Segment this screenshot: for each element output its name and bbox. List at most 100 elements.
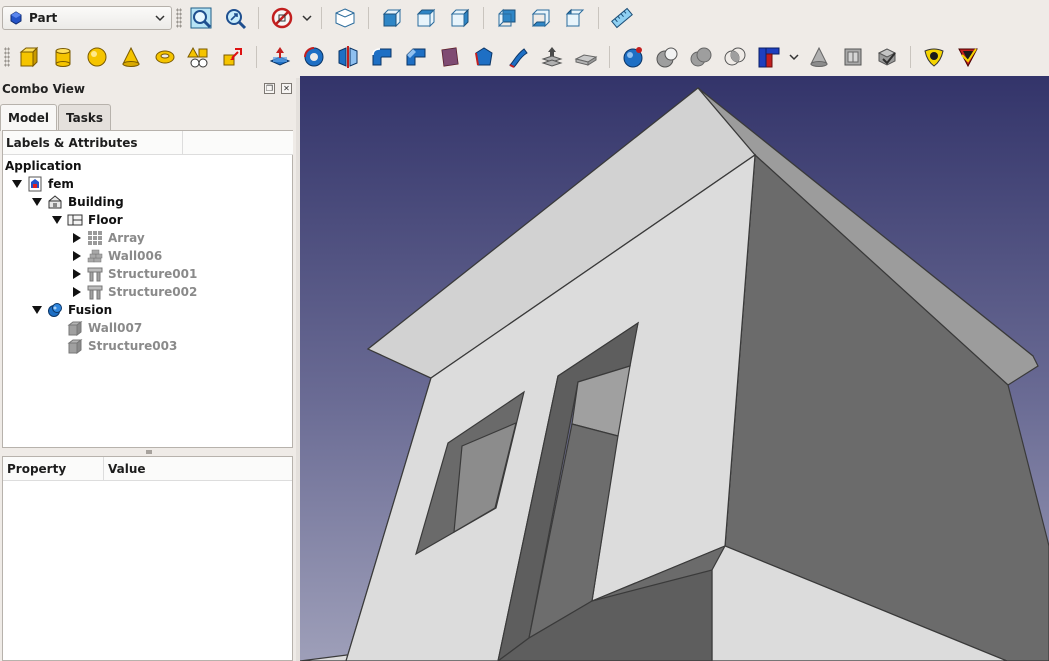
top-view-button[interactable] — [411, 3, 441, 33]
tree-item-fem[interactable]: fem — [11, 175, 74, 193]
separator — [910, 46, 911, 68]
fuse-button[interactable] — [686, 42, 716, 72]
collapse-arrow-icon[interactable] — [71, 232, 83, 244]
ruled-surface-icon — [475, 47, 493, 66]
tree-item-label: Building — [68, 195, 124, 209]
join-dropdown[interactable] — [787, 42, 801, 72]
workbench-label: Part — [29, 11, 58, 25]
rear-view-icon — [498, 8, 516, 28]
make-face-icon — [441, 47, 459, 67]
ruled-surface-button[interactable] — [469, 42, 499, 72]
property-header: Property Value — [3, 457, 292, 481]
expand-arrow-icon[interactable] — [11, 178, 23, 190]
boolean-button[interactable] — [618, 42, 648, 72]
join-dropdown-icon — [789, 54, 799, 61]
section-button[interactable] — [571, 42, 601, 72]
fuse-icon — [690, 47, 712, 67]
toolbar-view: Part — [0, 0, 1049, 36]
tree-item-structure003[interactable]: Structure003 — [67, 337, 177, 355]
bottom-view-button[interactable] — [526, 3, 556, 33]
model-tree[interactable]: Labels & Attributes Application fem Buil… — [2, 130, 293, 448]
value-column-header[interactable]: Value — [104, 457, 292, 481]
tree-item-floor[interactable]: Floor — [51, 211, 123, 229]
tree-item-array[interactable]: Array — [71, 229, 145, 247]
toolbar-grip[interactable] — [176, 8, 182, 28]
check-geometry-icon — [877, 48, 897, 66]
cut-button[interactable] — [652, 42, 682, 72]
property-column-header[interactable]: Property — [3, 457, 104, 481]
loft-button[interactable] — [503, 42, 533, 72]
tree-item-structure002[interactable]: Structure002 — [71, 283, 197, 301]
toolbar-grip[interactable] — [4, 47, 10, 67]
shape-builder-button[interactable] — [218, 42, 248, 72]
floor-icon — [67, 214, 83, 226]
check-geometry-button[interactable] — [872, 42, 902, 72]
draw-style-dropdown[interactable] — [300, 3, 314, 33]
primitives-icon — [187, 46, 208, 68]
cut-icon — [656, 47, 678, 68]
fit-all-button[interactable] — [186, 3, 216, 33]
expand-arrow-icon[interactable] — [31, 304, 43, 316]
float-panel-button[interactable]: ❐ — [264, 83, 275, 94]
chamfer-button[interactable] — [401, 42, 431, 72]
tree-item-label: Structure002 — [108, 285, 198, 299]
right-view-button[interactable] — [445, 3, 475, 33]
defeaturing-button[interactable] — [919, 42, 949, 72]
draw-style-button[interactable] — [267, 3, 297, 33]
part-design-button[interactable] — [953, 42, 983, 72]
property-panel[interactable]: Property Value — [2, 456, 293, 661]
revolve-button[interactable] — [299, 42, 329, 72]
application-label: Application — [5, 159, 82, 173]
rear-view-button[interactable] — [492, 3, 522, 33]
building-model — [300, 87, 1049, 661]
tab-model[interactable]: Model — [0, 104, 58, 131]
expand-arrow-icon[interactable] — [51, 214, 63, 226]
tree-item-label: fem — [48, 177, 74, 191]
make-face-button[interactable] — [435, 42, 465, 72]
tree-item-wall007[interactable]: Wall007 — [67, 319, 142, 337]
join-features-button[interactable] — [754, 42, 784, 72]
compound-button[interactable] — [838, 42, 868, 72]
measure-button[interactable] — [607, 3, 637, 33]
collapse-arrow-icon[interactable] — [71, 286, 83, 298]
document-icon — [28, 176, 42, 192]
expand-arrow-icon[interactable] — [31, 196, 43, 208]
wall-icon — [87, 249, 103, 263]
close-panel-button[interactable]: ✕ — [281, 83, 292, 94]
sphere-button[interactable] — [82, 42, 112, 72]
cone-button[interactable] — [116, 42, 146, 72]
torus-button[interactable] — [150, 42, 180, 72]
sweep-button[interactable] — [537, 42, 567, 72]
tree-item-fusion[interactable]: Fusion — [31, 301, 112, 319]
measure-icon — [611, 7, 633, 29]
collapse-arrow-icon[interactable] — [71, 250, 83, 262]
isometric-view-button[interactable] — [330, 3, 360, 33]
cylinder-button[interactable] — [48, 42, 78, 72]
tree-item-structure001[interactable]: Structure001 — [71, 265, 197, 283]
cone-icon — [122, 46, 140, 67]
tree-item-wall006[interactable]: Wall006 — [71, 247, 162, 265]
tab-tasks[interactable]: Tasks — [58, 104, 112, 130]
collapse-arrow-icon[interactable] — [71, 268, 83, 280]
chamfer-icon — [406, 48, 426, 66]
cube-button[interactable] — [14, 42, 44, 72]
split-button[interactable] — [804, 42, 834, 72]
separator — [483, 7, 484, 29]
front-view-button[interactable] — [377, 3, 407, 33]
common-button[interactable] — [720, 42, 750, 72]
tree-item-building[interactable]: Building — [31, 193, 124, 211]
fillet-button[interactable] — [367, 42, 397, 72]
separator — [368, 7, 369, 29]
close-icon: ✕ — [283, 84, 290, 93]
mirror-button[interactable] — [333, 42, 363, 72]
left-view-button[interactable] — [560, 3, 590, 33]
3d-viewport[interactable] — [300, 76, 1049, 661]
tree-header[interactable]: Labels & Attributes — [3, 131, 183, 155]
extrude-button[interactable] — [265, 42, 295, 72]
primitives-button[interactable] — [184, 42, 214, 72]
workbench-selector[interactable]: Part — [2, 6, 172, 30]
compound-icon — [844, 48, 862, 66]
tree-section-application: Application — [5, 157, 82, 175]
panel-splitter[interactable] — [146, 450, 152, 454]
fit-selection-button[interactable] — [220, 3, 250, 33]
